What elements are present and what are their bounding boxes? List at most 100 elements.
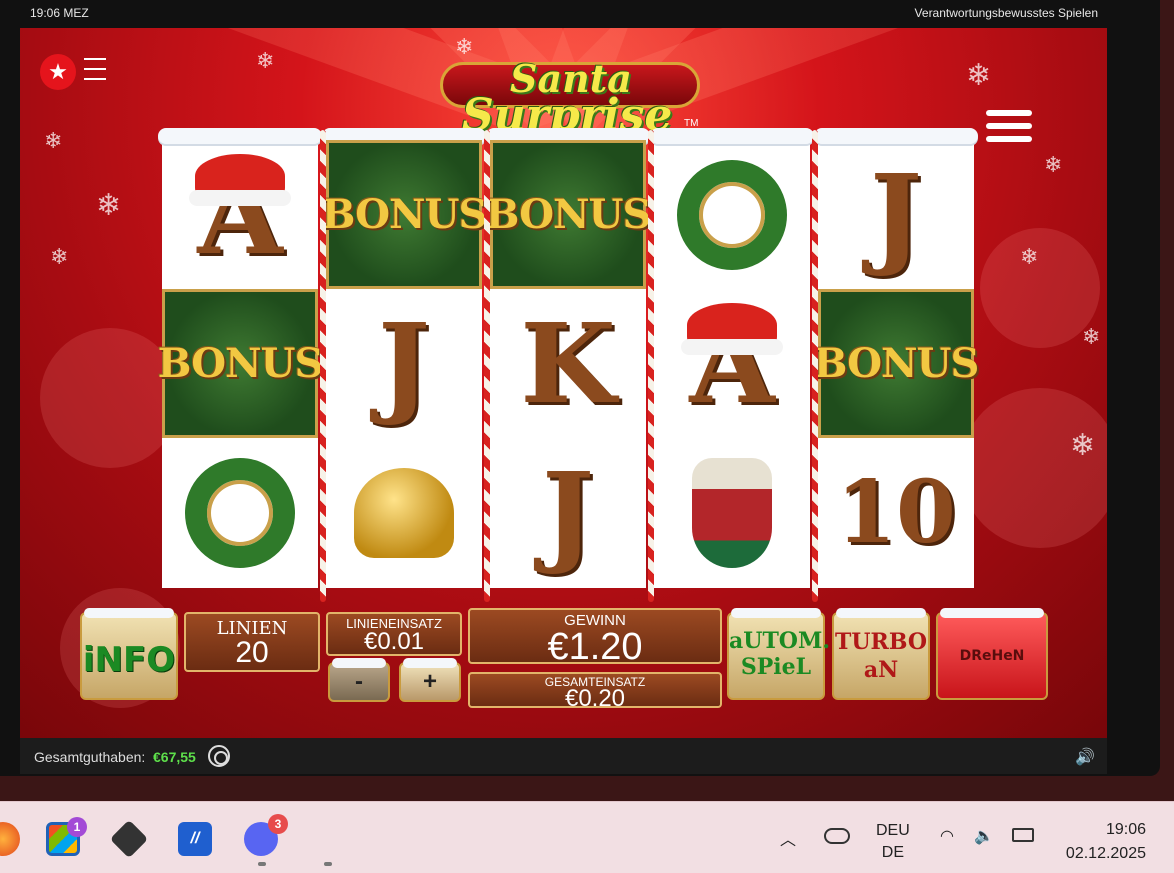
turbo-label-line2: aN bbox=[863, 657, 899, 683]
snow-cap bbox=[731, 608, 821, 618]
queen-symbol bbox=[654, 140, 810, 289]
discord-icon[interactable]: 3 bbox=[244, 814, 288, 856]
snowflake-icon: ❄ bbox=[96, 189, 122, 222]
snow-cap bbox=[332, 658, 386, 668]
browser-window: 19:06 MEZ Verantwortungsbewusstes Spiele… bbox=[0, 0, 1160, 776]
app-logo-icon[interactable]: // bbox=[178, 822, 212, 856]
language-line2: DE bbox=[881, 844, 904, 861]
reel: A BONUS bbox=[158, 128, 323, 588]
game-menu-icon[interactable] bbox=[986, 110, 1032, 149]
taskbar-indicator bbox=[324, 862, 332, 866]
snow-cap bbox=[836, 608, 926, 618]
lines-display: LINIEN 20 bbox=[184, 612, 320, 672]
microsoft-store-icon[interactable]: 1 bbox=[46, 817, 87, 856]
snowflake-icon: ❄ bbox=[50, 244, 69, 269]
bonus-symbol: BONUS bbox=[486, 140, 651, 289]
spin-button[interactable]: DReHeN bbox=[936, 608, 1048, 700]
candy-cane-divider bbox=[320, 130, 326, 602]
line-bet-display: LINIENEINSATZ €0.01 bbox=[326, 612, 462, 656]
snow-cap bbox=[84, 608, 174, 618]
reel: J BONUS 10 bbox=[814, 128, 979, 588]
clock-date: 02.12.2025 bbox=[1065, 845, 1146, 862]
battery-icon[interactable] bbox=[1012, 828, 1034, 842]
bonus-symbol: BONUS bbox=[814, 289, 979, 438]
autoplay-label-line2: SPieL bbox=[740, 654, 812, 680]
card-symbol: J bbox=[541, 448, 595, 577]
snowflake-icon: ❄ bbox=[44, 128, 63, 153]
taskbar: 1 // 3 ︿ DEU DE ◠ 🔈 19:06 02.12.2025 bbox=[0, 801, 1174, 873]
reel: BONUS J bbox=[322, 128, 487, 588]
top-bar: 19:06 MEZ Verantwortungsbewusstes Spiele… bbox=[0, 0, 1160, 28]
app-cube-icon[interactable] bbox=[109, 819, 149, 859]
candy-cane-divider bbox=[648, 130, 654, 602]
bell-symbol-icon bbox=[326, 438, 482, 587]
spin-label: DReHeN bbox=[959, 648, 1025, 664]
increase-bet-button[interactable]: + bbox=[399, 658, 461, 702]
stocking-symbol-icon bbox=[654, 438, 810, 587]
bonus-symbol: BONUS bbox=[158, 289, 323, 438]
snow-cap bbox=[940, 608, 1044, 618]
balance-label: Gesamtguthaben: bbox=[34, 749, 146, 765]
santa-hat-icon bbox=[189, 154, 291, 206]
discord-badge: 3 bbox=[268, 814, 288, 834]
volume-icon[interactable]: 🔈 bbox=[974, 826, 994, 846]
card-symbol: K bbox=[520, 299, 616, 428]
firefox-icon[interactable] bbox=[0, 822, 20, 856]
turbo-label-line1: TURBO bbox=[834, 629, 927, 655]
card-symbol: J bbox=[869, 150, 923, 279]
win-value: €1.20 bbox=[547, 626, 643, 668]
queen-symbol bbox=[162, 438, 318, 587]
minus-icon: - bbox=[355, 668, 363, 695]
store-badge: 1 bbox=[67, 817, 87, 837]
taskbar-indicator bbox=[258, 862, 266, 866]
total-bet-display: GESAMTEINSATZ €0.20 bbox=[468, 672, 722, 712]
chevron-up-icon[interactable]: ︿ bbox=[780, 826, 796, 850]
pokerstars-logo-icon[interactable]: ★ bbox=[40, 54, 76, 90]
snowflake-icon: ❄ bbox=[1082, 324, 1101, 349]
balance-value: €67,55 bbox=[153, 749, 196, 765]
lines-value: 20 bbox=[235, 636, 269, 669]
reel-area: A BONUS BONUS J BONUS K J A J BONUS 10 bbox=[158, 128, 979, 602]
card-symbol: J bbox=[377, 299, 431, 428]
sound-icon[interactable]: 🔊 bbox=[1075, 747, 1095, 767]
top-bar-time: 19:06 MEZ bbox=[30, 6, 89, 20]
snowflake-icon: ❄ bbox=[1020, 244, 1039, 269]
candy-cane-divider bbox=[812, 130, 818, 602]
candy-cane-divider bbox=[484, 130, 490, 602]
snowflake-icon: ❄ bbox=[1044, 152, 1063, 177]
santa-hat-icon bbox=[681, 303, 783, 355]
plus-icon: + bbox=[422, 668, 437, 695]
game-canvas: ❄ ❄ ❄ ❄ ❄ ❄ ❄ ❄ ❄ ❄ ★ Santa Surprise TM … bbox=[20, 28, 1107, 738]
snowflake-icon: ❄ bbox=[966, 59, 992, 92]
system-clock[interactable]: 19:06 02.12.2025 bbox=[1058, 818, 1146, 866]
bonus-symbol: BONUS bbox=[322, 140, 487, 289]
card-symbol: 10 bbox=[836, 462, 956, 563]
info-button-label: iNFO bbox=[82, 640, 176, 680]
snowflake-icon: ❄ bbox=[256, 48, 275, 73]
reel: BONUS K J bbox=[486, 128, 651, 588]
balance-bar: Gesamtguthaben: €67,55 🔊 bbox=[20, 738, 1107, 774]
autoplay-label-line1: aUTOM. bbox=[729, 628, 830, 654]
line-bet-value: €0.01 bbox=[363, 628, 425, 655]
card-symbol: A bbox=[654, 289, 810, 438]
card-symbol: A bbox=[162, 140, 318, 289]
wifi-icon[interactable]: ◠ bbox=[940, 826, 954, 846]
bokeh bbox=[960, 388, 1107, 548]
game-logo: Santa Surprise TM bbox=[440, 56, 700, 141]
menu-icon[interactable] bbox=[84, 58, 106, 88]
reel: A bbox=[650, 128, 814, 588]
turbo-button[interactable]: TURBO aN bbox=[832, 608, 930, 700]
onedrive-cloud-icon[interactable] bbox=[824, 828, 850, 844]
win-display: GEWINN €1.20 bbox=[468, 608, 722, 668]
decrease-bet-button[interactable]: - bbox=[328, 658, 390, 702]
snowflake-icon: ❄ bbox=[1070, 429, 1096, 462]
language-line1: DEU bbox=[876, 822, 910, 839]
responsible-gaming-link[interactable]: Verantwortungsbewusstes Spielen bbox=[915, 6, 1098, 20]
target-icon[interactable] bbox=[208, 745, 230, 767]
total-bet-value: €0.20 bbox=[564, 685, 626, 712]
info-button[interactable]: iNFO bbox=[80, 608, 178, 700]
autoplay-button[interactable]: aUTOM. SPieL bbox=[727, 608, 830, 700]
language-indicator[interactable]: DEU DE bbox=[876, 820, 910, 864]
snow-cap bbox=[403, 658, 457, 668]
clock-time: 19:06 bbox=[1105, 821, 1146, 838]
